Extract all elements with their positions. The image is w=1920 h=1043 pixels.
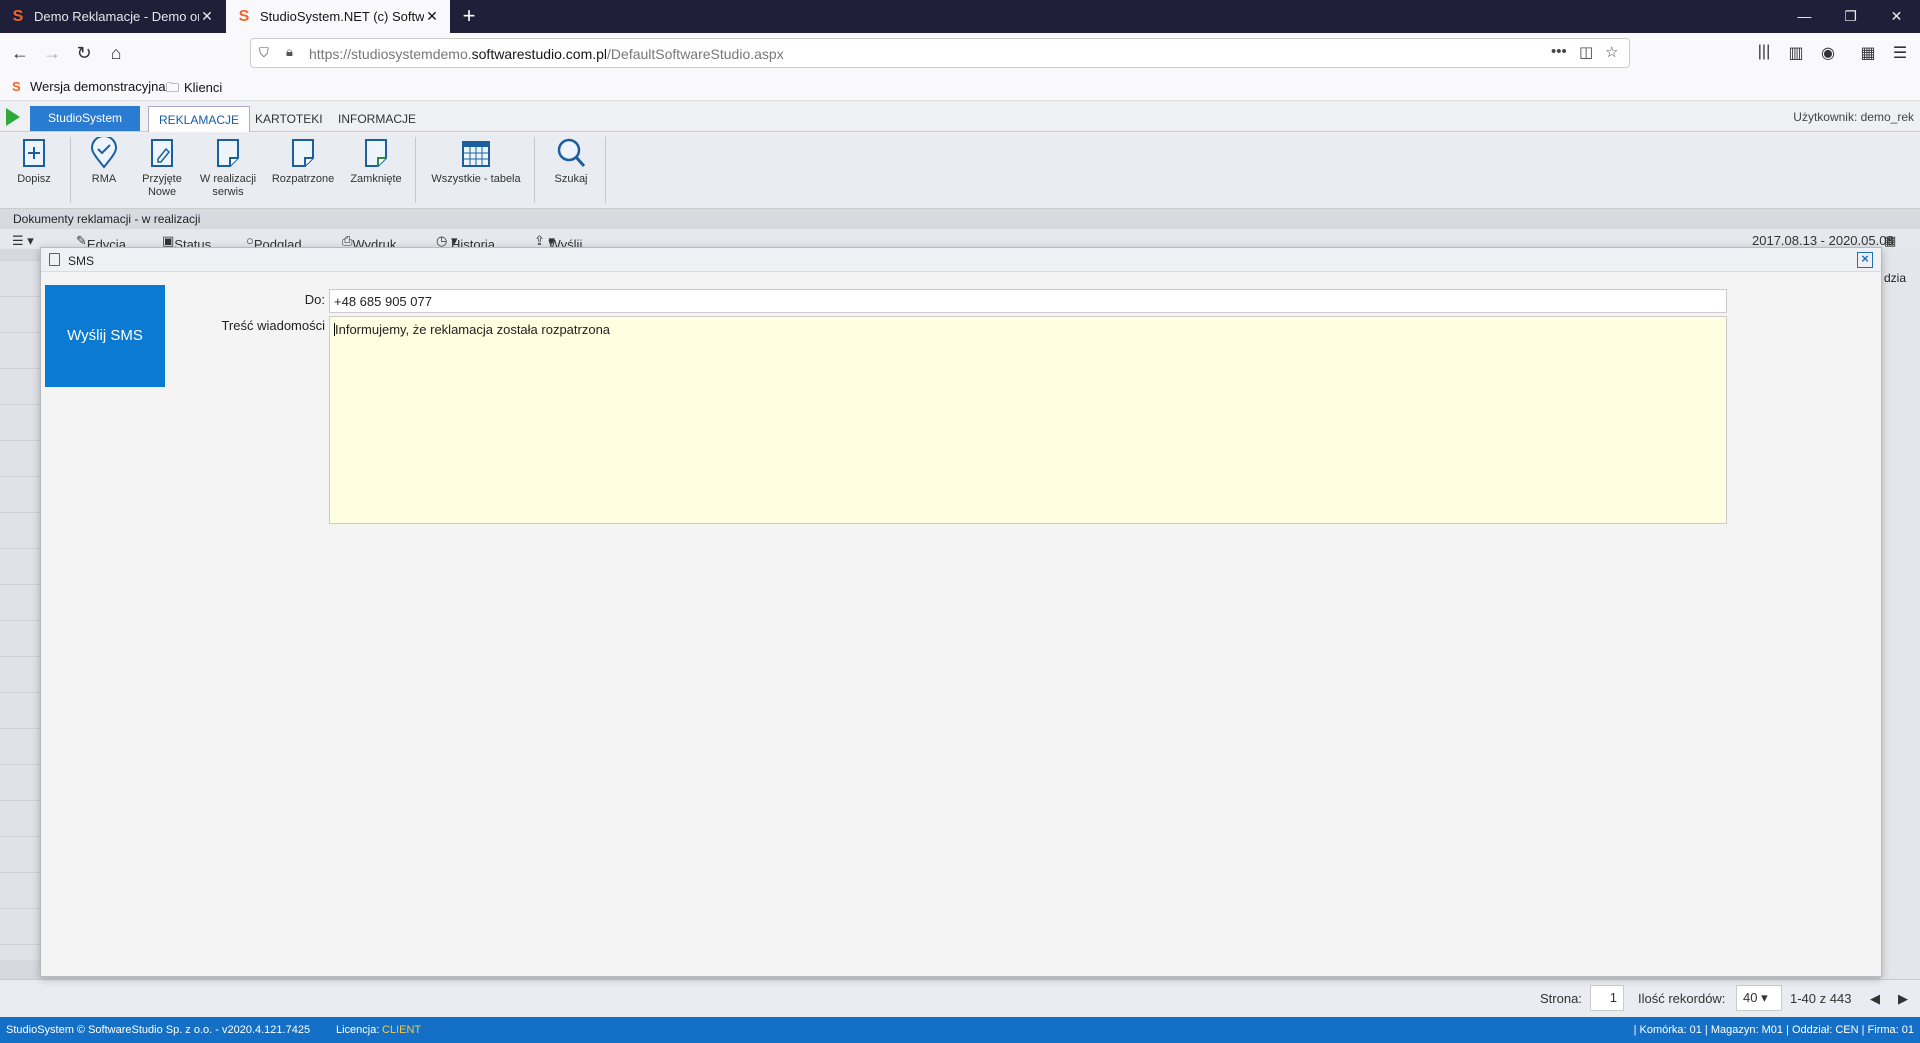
calendar-icon[interactable]: ▦ (1884, 233, 1896, 249)
list-toolbar: ☰ ▾ ✎ Edycja ▣ Status ○ Podgląd ⎙ Wydruk… (0, 229, 1920, 249)
search-icon (555, 137, 587, 169)
document-icon (212, 137, 244, 169)
play-icon[interactable] (6, 108, 20, 126)
ribbon-rma-button[interactable]: RMA (80, 135, 128, 186)
app-menu-bar: StudioSystem REKLAMACJE KARTOTEKI INFORM… (0, 102, 1920, 132)
next-page-icon[interactable]: ▶ (1898, 991, 1908, 1007)
toolbar-podglad[interactable]: ○ Podgląd (246, 233, 302, 249)
status-bar: StudioSystem © SoftwareStudio Sp. z o.o.… (0, 1017, 1920, 1043)
url-bar[interactable]: ⛉ 🔒︎ https://studiosystemdemo.softwarest… (250, 38, 1630, 68)
bookmark-star-icon[interactable]: ☆ (1605, 43, 1618, 61)
right-fragment: dzia (1884, 271, 1907, 285)
ribbon-rozpatrzone-button[interactable]: Rozpatrzone (268, 137, 338, 186)
restore-icon[interactable]: ❐ (1828, 0, 1873, 33)
library-icon[interactable]: ||| (1754, 43, 1774, 61)
copyright: StudioSystem © SoftwareStudio Sp. z o.o.… (6, 1024, 311, 1036)
page-label: Strona: (1540, 991, 1582, 1006)
pocket-icon[interactable]: ◫ (1579, 43, 1593, 61)
grid-row-stripes (0, 260, 40, 960)
minimize-icon[interactable]: — (1782, 0, 1827, 33)
more-icon[interactable]: ••• (1551, 43, 1567, 60)
document-icon (287, 137, 319, 169)
account-icon[interactable]: ◉ (1818, 43, 1838, 63)
home-icon[interactable]: ⌂ (102, 39, 130, 67)
tab-kartoteki[interactable]: KARTOTEKI (245, 106, 333, 132)
pager: Strona: 1 Ilość rekordów: 40 ▾ 1-40 z 44… (0, 979, 1920, 1017)
prev-page-icon[interactable]: ◀ (1870, 991, 1880, 1007)
bookmarks-bar: S Wersja demonstracyjna 🗀 Klienci (0, 73, 1920, 101)
studiosystem-logo-icon: S (238, 7, 250, 25)
edit-document-icon (146, 137, 178, 169)
status-right: | Komórka: 01 | Magazyn: M01 | Oddział: … (1633, 1024, 1914, 1036)
tab-informacje[interactable]: INFORMACJE (328, 106, 426, 132)
window-close-icon[interactable]: ✕ (1874, 0, 1919, 33)
browser-tab-studiosystem[interactable]: S StudioSystem.NET (c) Software ✕ (226, 0, 450, 33)
url-text: https://studiosystemdemo.softwarestudio.… (309, 46, 784, 62)
lock-icon: 🔒︎ (286, 44, 293, 59)
browser-tab-title: Demo Reklamacje - Demo on li (34, 9, 199, 24)
tab-reklamacje[interactable]: REKLAMACJE (148, 106, 251, 132)
ribbon: Dopisz RMA Przyjęte Nowe W realizacji se… (0, 133, 1920, 209)
bookmark-klienci[interactable]: 🗀 Klienci (166, 79, 222, 101)
add-document-icon (18, 137, 50, 169)
license-label: Licencja: (336, 1024, 380, 1036)
ribbon-wszystkie-button[interactable]: Wszystkie - tabela (424, 137, 528, 186)
to-label: Do: (304, 292, 325, 307)
location-check-icon (88, 135, 120, 169)
ribbon-w-realizacji-button[interactable]: W realizacji serwis (194, 137, 262, 199)
send-sms-button[interactable]: Wyślij SMS (45, 285, 165, 387)
document-icon (360, 137, 392, 169)
sidebar-icon[interactable]: ▥ (1786, 43, 1806, 63)
document-icon (49, 253, 60, 266)
to-field[interactable]: +48 685 905 077 (329, 289, 1727, 313)
reload-icon[interactable]: ↻ (70, 39, 98, 67)
user-label: Użytkownik: demo_rek (1793, 110, 1914, 124)
records-select[interactable]: 40 ▾ (1736, 985, 1782, 1011)
dialog-title: SMS (68, 254, 95, 268)
new-tab-button[interactable]: + (456, 3, 482, 29)
studiosystem-logo-icon: S (12, 7, 24, 25)
message-textarea[interactable]: Informujemy, że reklamacja została rozpa… (329, 316, 1727, 524)
hamburger-icon[interactable]: ☰ ▾ (12, 233, 34, 249)
dialog-header: SMS × (41, 248, 1881, 272)
message-text: Informujemy, że reklamacja została rozpa… (335, 322, 611, 337)
browser-tab-title: StudioSystem.NET (c) Software (260, 9, 424, 24)
ribbon-separator (534, 137, 535, 203)
menu-icon[interactable]: ☰ (1890, 43, 1910, 63)
calendar-table-icon (460, 137, 492, 169)
bookmark-wersja[interactable]: S Wersja demonstracyjna (12, 79, 166, 94)
date-range: 2017.08.13 - 2020.05.08 (1752, 233, 1894, 248)
close-icon[interactable]: ✕ (424, 8, 440, 25)
records-range: 1-40 z 443 (1790, 991, 1852, 1006)
extensions-icon[interactable]: ▦ (1858, 43, 1878, 63)
browser-tabstrip: S Demo Reklamacje - Demo on li ✕ S Studi… (0, 0, 1920, 33)
ribbon-separator (415, 137, 416, 203)
folder-icon: 🗀 (166, 80, 180, 95)
license-value: CLIENT (382, 1024, 422, 1036)
studiosystem-button[interactable]: StudioSystem (30, 106, 140, 131)
sms-dialog: SMS × Wyślij SMS Do: +48 685 905 077 Tre… (40, 247, 1882, 977)
close-icon[interactable]: ✕ (199, 8, 215, 25)
browser-navbar: ← → ↻ ⌂ ⛉ 🔒︎ https://studiosystemdemo.so… (0, 33, 1920, 73)
browser-tab-demo[interactable]: S Demo Reklamacje - Demo on li ✕ (0, 0, 225, 33)
ribbon-separator (605, 137, 606, 203)
ribbon-separator (70, 137, 71, 203)
ribbon-zamkniete-button[interactable]: Zamknięte (344, 137, 408, 186)
page-input[interactable]: 1 (1590, 985, 1624, 1011)
message-label: Treść wiadomości (221, 318, 325, 333)
ribbon-dopisz-button[interactable]: Dopisz (10, 137, 58, 186)
records-label: Ilość rekordów: (1638, 991, 1726, 1006)
studiosystem-logo-icon: S (12, 79, 21, 94)
list-right-panel: dzia (1880, 249, 1920, 979)
forward-icon[interactable]: → (38, 39, 66, 67)
close-icon[interactable]: × (1857, 252, 1873, 268)
back-icon[interactable]: ← (6, 39, 34, 67)
list-title: Dokumenty reklamacji - w realizacji (0, 209, 1920, 229)
ribbon-szukaj-button[interactable]: Szukaj (544, 137, 598, 186)
shield-icon: ⛉ (259, 45, 269, 60)
ribbon-przyjete-button[interactable]: Przyjęte Nowe (138, 137, 186, 199)
